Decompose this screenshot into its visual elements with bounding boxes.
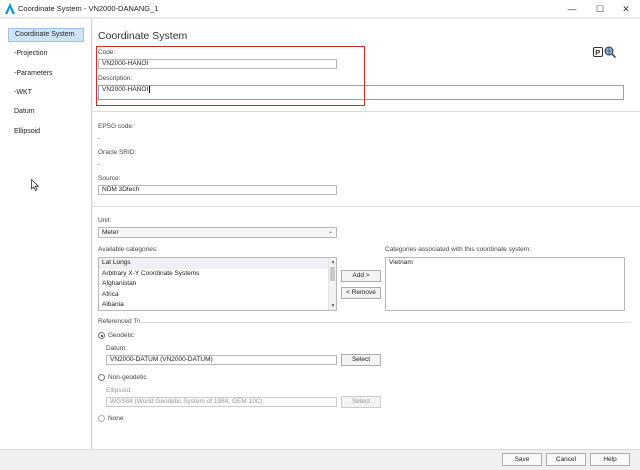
group-separator: [137, 322, 630, 323]
ellipsoid-select-button: Select: [341, 396, 381, 408]
globe-search-icon[interactable]: [604, 46, 616, 58]
scroll-up-icon[interactable]: ▲: [329, 258, 336, 266]
oracle-srid-label: Oracle SRID:: [98, 149, 137, 156]
page-title: Coordinate System: [98, 30, 188, 42]
sidebar-item-wkt[interactable]: -WKT: [6, 86, 82, 100]
geodetic-radio[interactable]: [98, 332, 105, 339]
mouse-cursor-icon: [31, 179, 39, 191]
list-item[interactable]: Vietnam: [386, 258, 624, 269]
datum-field[interactable]: VN2000-DATUM (VN2000-DATUM): [106, 355, 337, 365]
list-item[interactable]: Lat Longs: [99, 258, 336, 269]
sidebar-item-ellipsoid[interactable]: Ellipsoid: [6, 125, 82, 139]
associated-categories-list[interactable]: Vietnam: [385, 257, 625, 311]
postgis-icon[interactable]: P: [593, 47, 603, 57]
source-label: Source:: [98, 175, 121, 182]
list-item[interactable]: Albania: [99, 300, 336, 310]
separator: [93, 111, 640, 112]
window-title: Coordinate System - VN2000-DANANG_1: [18, 4, 159, 13]
epsg-label: EPSG code:: [98, 123, 134, 130]
source-field[interactable]: NDM 3Dtech: [98, 185, 337, 195]
list-item[interactable]: Afghanistan: [99, 279, 336, 290]
chevron-down-icon: ⌄: [327, 229, 333, 235]
autodesk-logo-icon: [5, 3, 15, 14]
associated-categories-label: Categories associated with this coordina…: [385, 246, 531, 253]
sidebar: Coordinate System -Projection -Parameter…: [0, 19, 92, 449]
cancel-button[interactable]: Cancel: [546, 453, 586, 466]
remove-button[interactable]: < Remove: [341, 287, 381, 299]
help-button[interactable]: Help: [590, 453, 630, 466]
referenced-to-label: Referenced To: [98, 318, 141, 325]
svg-text:P: P: [595, 48, 600, 57]
minimize-icon: —: [567, 4, 577, 14]
datum-select-button[interactable]: Select: [341, 354, 381, 366]
maximize-button[interactable]: ☐: [586, 0, 614, 18]
add-button[interactable]: Add >: [341, 270, 381, 282]
list-item[interactable]: Africa: [99, 290, 336, 301]
sidebar-item-projection[interactable]: -Projection: [6, 47, 82, 61]
available-categories-label: Available categories:: [98, 246, 158, 253]
sidebar-item-datum[interactable]: Datum: [6, 105, 82, 119]
separator: [93, 206, 640, 207]
ellipsoid-label: Ellipsoid:: [106, 387, 133, 394]
available-categories-list[interactable]: Lat Longs Arbitrary X-Y Coordinate Syste…: [98, 257, 337, 311]
oracle-srid-value: -: [98, 161, 101, 168]
scroll-down-icon[interactable]: ▼: [329, 302, 336, 310]
non-geodetic-radio[interactable]: [98, 374, 105, 381]
main-panel: Coordinate System P Code: VN2000-HANOI D…: [93, 19, 640, 449]
scrollbar[interactable]: ▲ ▼: [328, 258, 336, 310]
none-label: None: [108, 415, 124, 422]
minimize-button[interactable]: —: [558, 0, 586, 18]
ellipsoid-field: WGS84 (World Geodetic System of 1984, GE…: [106, 397, 337, 407]
list-item[interactable]: Arbitrary X-Y Coordinate Systems: [99, 269, 336, 280]
scroll-thumb[interactable]: [330, 267, 335, 281]
highlight-box: [96, 46, 365, 106]
close-button[interactable]: ✕: [612, 0, 640, 18]
non-geodetic-label: Non-geodetic: [108, 374, 147, 381]
close-icon: ✕: [622, 3, 630, 14]
footer-bar: Save Cancel Help: [0, 449, 640, 470]
unit-label: Unit:: [98, 217, 112, 224]
sidebar-item-coordinate-system[interactable]: Coordinate System: [8, 28, 84, 42]
none-radio[interactable]: [98, 415, 105, 422]
save-button[interactable]: Save: [502, 453, 542, 466]
unit-value: Meter: [102, 229, 119, 236]
title-bar: Coordinate System - VN2000-DANANG_1 — ☐ …: [0, 0, 640, 18]
unit-dropdown[interactable]: Meter ⌄: [98, 227, 337, 238]
geodetic-label: Geodetic: [108, 332, 135, 339]
datum-label: Datum:: [106, 345, 127, 352]
maximize-icon: ☐: [595, 3, 605, 14]
sidebar-item-parameters[interactable]: -Parameters: [6, 67, 82, 81]
epsg-value: -: [98, 135, 101, 142]
